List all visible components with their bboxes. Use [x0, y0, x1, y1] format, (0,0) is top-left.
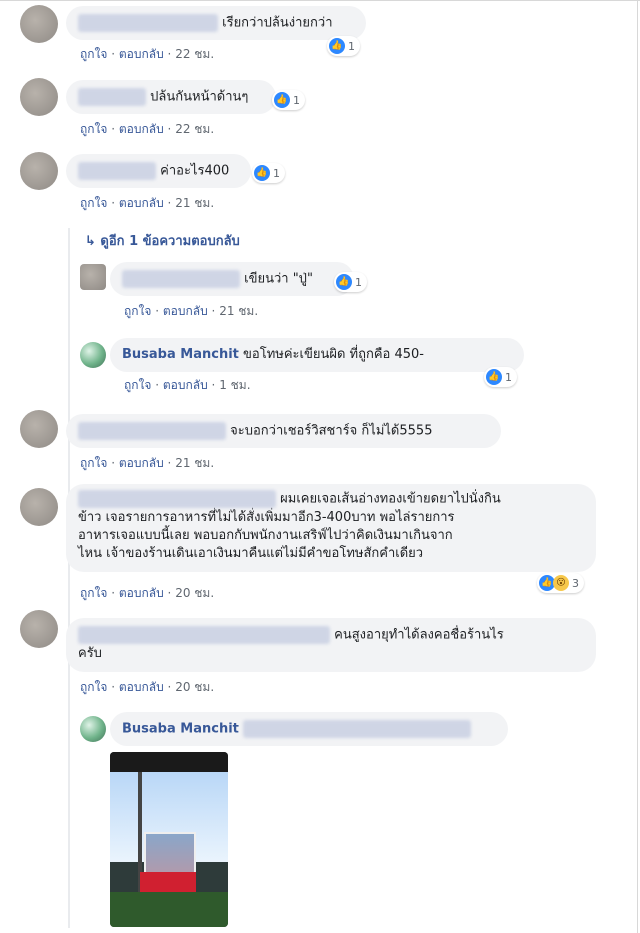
comment-text: เรียกว่าปล้นง่ายกว่า — [222, 15, 333, 31]
reply-actions: ถูกใจ · ตอบกลับ · 21 ชม. — [124, 304, 259, 318]
timestamp[interactable]: 1 ชม. — [219, 378, 250, 392]
like-link[interactable]: ถูกใจ — [80, 47, 107, 61]
avatar[interactable] — [20, 488, 58, 526]
comment-bubble: คนสูงอายุทำได้ลงคอชื่อร้านไร ครับ — [66, 618, 596, 672]
commenter-name[interactable] — [78, 14, 218, 32]
commenter-name[interactable] — [122, 270, 240, 288]
comment-bubble: ปล้นกันหน้าด้านๆ — [66, 80, 276, 114]
commenter-name[interactable] — [78, 626, 330, 644]
commenter-name[interactable]: Busaba Manchit — [122, 347, 239, 362]
reaction-count[interactable]: 👍 1 — [272, 90, 305, 110]
avatar[interactable] — [20, 5, 58, 43]
comment-actions: ถูกใจ · ตอบกลับ · 20 ชม. — [80, 586, 215, 600]
like-link[interactable]: ถูกใจ — [80, 456, 107, 470]
timestamp[interactable]: 21 ชม. — [219, 304, 258, 318]
comment-actions: ถูกใจ · ตอบกลับ · 22 ชม. — [80, 47, 215, 61]
like-link[interactable]: ถูกใจ — [80, 122, 107, 136]
comment-bubble: ค่าอะไร400 — [66, 154, 251, 188]
reaction-count[interactable]: 👍 1 — [252, 163, 285, 183]
comment-text: ค่าอะไร400 — [160, 163, 230, 179]
like-icon: 👍 — [254, 165, 270, 181]
comment-actions: ถูกใจ · ตอบกลับ · 20 ชม. — [80, 680, 215, 694]
reaction-count[interactable]: 👍 1 — [484, 367, 517, 387]
comment-text-line: ข้าว เจอรายการอาหารที่ไม่ได้สั่งเพิ่มมาอ… — [78, 509, 455, 525]
avatar[interactable] — [80, 342, 106, 368]
timestamp[interactable]: 21 ชม. — [175, 456, 214, 470]
like-link[interactable]: ถูกใจ — [124, 378, 151, 392]
comment-text-line: อาหารเจอแบบนี้เลย พอบอกกับพนักงานเสริฟ์ไ… — [78, 527, 453, 543]
avatar[interactable] — [20, 78, 58, 116]
like-icon: 👍 — [329, 38, 345, 54]
comment-text-line: คนสูงอายุทำได้ลงคอชื่อร้านไร — [334, 627, 504, 643]
comment-text-line: ไหน เจ้าของร้านเดินเอาเงินมาคืนแต่ไม่มีค… — [78, 545, 424, 561]
like-icon: 👍 — [274, 92, 290, 108]
comment-text: จะบอกว่าเชอร์วิสชาร์จ ก็ไม่ได้5555 — [230, 423, 433, 439]
reply-bubble: เขียนว่า "ปู่" — [110, 262, 354, 296]
comment-actions: ถูกใจ · ตอบกลับ · 21 ชม. — [80, 196, 215, 210]
commenter-name[interactable] — [78, 422, 226, 440]
comment-text-line: ครับ — [78, 645, 102, 661]
comment-bubble: ผมเคยเจอเส้นอ่างทองเข้ายดยาไปนั่งกิน ข้า… — [66, 484, 596, 572]
reply-link[interactable]: ตอบกลับ — [119, 680, 164, 694]
timestamp[interactable]: 21 ชม. — [175, 196, 214, 210]
comment-bubble: จะบอกว่าเชอร์วิสชาร์จ ก็ไม่ได้5555 — [66, 414, 501, 448]
reply-link[interactable]: ตอบกลับ — [163, 304, 208, 318]
avatar[interactable] — [20, 610, 58, 648]
reaction-count[interactable]: 👍 😮 3 — [537, 573, 584, 593]
reply-link[interactable]: ตอบกลับ — [119, 122, 164, 136]
reply-text: ขอโทษค่ะเขียนผิด ที่ถูกคือ 450- — [243, 347, 424, 362]
commenter-name[interactable] — [78, 162, 156, 180]
avatar[interactable] — [20, 410, 58, 448]
avatar[interactable] — [20, 152, 58, 190]
blurred-text — [243, 720, 472, 738]
timestamp[interactable]: 22 ชม. — [175, 122, 214, 136]
reply-bubble: Busaba Manchit ขอโทษค่ะเขียนผิด ที่ถูกคื… — [110, 338, 524, 372]
commenter-name[interactable] — [78, 88, 146, 106]
comment-actions: ถูกใจ · ตอบกลับ · 22 ชม. — [80, 122, 215, 136]
reaction-count[interactable]: 👍 1 — [334, 272, 367, 292]
phone-status-bar — [110, 752, 228, 772]
reaction-count[interactable]: 👍 1 — [327, 36, 360, 56]
reply-link[interactable]: ตอบกลับ — [119, 47, 164, 61]
commenter-name[interactable] — [78, 490, 276, 508]
reply-link[interactable]: ตอบกลับ — [163, 378, 208, 392]
reply-text: เขียนว่า "ปู่" — [244, 271, 313, 287]
avatar[interactable] — [80, 264, 106, 290]
reply-link[interactable]: ตอบกลับ — [119, 586, 164, 600]
reply-actions: ถูกใจ · ตอบกลับ · 1 ชม. — [124, 378, 251, 392]
timestamp[interactable]: 20 ชม. — [175, 586, 214, 600]
like-link[interactable]: ถูกใจ — [80, 586, 107, 600]
reply-link[interactable]: ตอบกลับ — [119, 456, 164, 470]
timestamp[interactable]: 20 ชม. — [175, 680, 214, 694]
like-link[interactable]: ถูกใจ — [80, 196, 107, 210]
comment-actions: ถูกใจ · ตอบกลับ · 21 ชม. — [80, 456, 215, 470]
commenter-name[interactable]: Busaba Manchit — [122, 722, 239, 737]
comment-text: ปล้นกันหน้าด้านๆ — [150, 89, 249, 105]
like-icon: 👍 — [336, 274, 352, 290]
avatar[interactable] — [80, 716, 106, 742]
attached-photo[interactable] — [110, 752, 228, 927]
view-more-replies-link[interactable]: ↳ ดูอีก 1 ข้อความตอบกลับ — [85, 230, 240, 251]
timestamp[interactable]: 22 ชม. — [175, 47, 214, 61]
like-link[interactable]: ถูกใจ — [80, 680, 107, 694]
reply-link[interactable]: ตอบกลับ — [119, 196, 164, 210]
comment-bubble: เรียกว่าปล้นง่ายกว่า — [66, 6, 366, 40]
like-icon: 👍 — [486, 369, 502, 385]
thread-line — [68, 228, 70, 928]
wow-icon: 😮 — [553, 575, 569, 591]
photo-trees — [110, 892, 228, 927]
reply-bubble: Busaba Manchit — [110, 712, 508, 746]
like-link[interactable]: ถูกใจ — [124, 304, 151, 318]
comment-text-line: ผมเคยเจอเส้นอ่างทองเข้ายดยาไปนั่งกิน — [280, 491, 501, 507]
